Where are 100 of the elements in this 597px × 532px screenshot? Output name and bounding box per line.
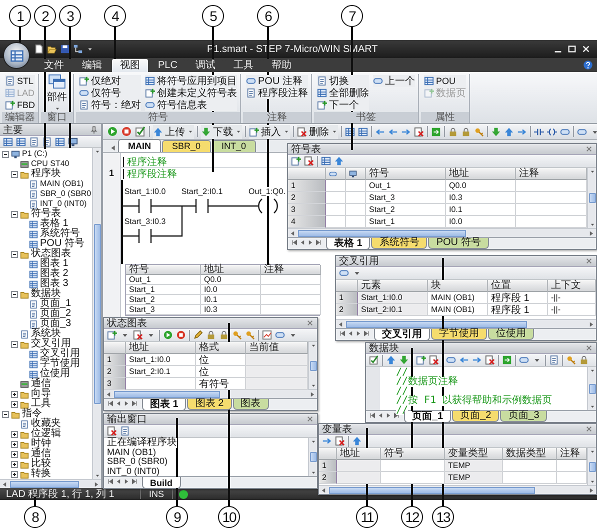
table-cell: I0.1: [201, 295, 261, 305]
ribbon-button[interactable]: 切换: [317, 75, 369, 87]
sheet-tab[interactable]: Build: [142, 477, 180, 488]
tree-item[interactable]: MAIN (OB1): [40, 179, 84, 189]
table-cell: I0.0: [446, 216, 516, 228]
toolbar-button[interactable]: 上传: [153, 124, 194, 138]
tree-item[interactable]: 页面_3: [40, 319, 72, 329]
tree-item[interactable]: 时钟: [31, 439, 51, 449]
ribbon-button[interactable]: STL: [5, 75, 35, 87]
tree-item[interactable]: 通信: [31, 379, 51, 389]
sheet-tab[interactable]: 表格 1: [326, 238, 370, 249]
tree-item[interactable]: 图表 3: [40, 279, 68, 289]
column-header: 注释: [516, 168, 587, 180]
tree-item[interactable]: 向导: [31, 389, 51, 399]
ribbon-button[interactable]: 上一个: [373, 75, 415, 87]
sheet-tab[interactable]: 图表: [232, 399, 269, 410]
column-header: 地址: [201, 265, 261, 275]
tree-item[interactable]: 字节使用: [40, 359, 80, 369]
tree-item[interactable]: INT_0 (INT0): [40, 199, 87, 209]
table-cell: TEMP: [445, 460, 503, 472]
table-cell: Q0.0: [446, 180, 516, 192]
ribbon-button[interactable]: FBD: [5, 99, 35, 111]
callout-number: 6: [257, 5, 279, 27]
menu-tab[interactable]: 视图: [112, 59, 148, 72]
callout-number: 1: [9, 5, 31, 27]
ribbon-button[interactable]: 仅绝对: [79, 75, 141, 87]
sheet-tab[interactable]: INT_0: [212, 140, 256, 152]
tree-item[interactable]: 程序块: [31, 169, 61, 179]
tree-item[interactable]: 页面_1: [40, 299, 72, 309]
row-number: 1: [319, 460, 337, 472]
ribbon-button[interactable]: 将符号应用到项目: [145, 75, 237, 87]
sheet-tab[interactable]: 交叉引用: [374, 329, 430, 340]
callout-number: 2: [34, 5, 56, 27]
ribbon-button[interactable]: POU 注释: [246, 75, 308, 87]
sheet-tab[interactable]: 页面_3: [500, 411, 548, 422]
ribbon-button[interactable]: POU: [424, 75, 466, 87]
tree-item[interactable]: 表格 1: [40, 219, 68, 229]
ribbon-group-label: 窗口: [41, 112, 73, 123]
tree-item[interactable]: 页面_2: [40, 309, 72, 319]
ribbon-group-label: 编辑器: [2, 112, 38, 123]
tree-item[interactable]: 比较: [31, 459, 51, 469]
ribbon-button[interactable]: 创建未定义符号表: [145, 87, 237, 99]
toolbar-button[interactable]: 插入: [249, 124, 290, 138]
toolbar-button[interactable]: 下载: [201, 124, 242, 138]
sheet-tab[interactable]: POU 符号: [428, 238, 489, 249]
tree-item[interactable]: 交叉引用: [31, 339, 71, 349]
sheet-tab[interactable]: SBR_0: [162, 140, 211, 152]
tree-item[interactable]: 图表 2: [40, 269, 68, 279]
ribbon-button[interactable]: 全部删除: [317, 87, 369, 99]
table-cell: I0.3: [201, 305, 261, 315]
row-number: 4: [288, 216, 326, 228]
sheet-tab[interactable]: 页面_2: [452, 411, 500, 422]
table-cell: 位: [196, 354, 246, 366]
column-header: 注释: [261, 265, 321, 275]
table-cell: -||-: [548, 304, 596, 316]
column-header: 数据类型: [503, 448, 557, 460]
tree-item[interactable]: SBR_0 (SBR0: [40, 189, 92, 199]
callout-number: 5: [202, 5, 224, 27]
tree-item[interactable]: POU 符号: [40, 239, 84, 249]
column-header: 符号: [381, 448, 445, 460]
tree-item[interactable]: 图表 1: [40, 259, 68, 269]
sheet-tab[interactable]: 位使用: [488, 329, 534, 340]
sheet-tab[interactable]: 图表 2: [187, 399, 232, 410]
callout-number: 10: [218, 506, 240, 528]
tree-item[interactable]: 通信: [31, 449, 51, 459]
sheet-tab[interactable]: 页面_1: [404, 411, 452, 422]
tree-item[interactable]: P1 (C:): [22, 149, 48, 159]
ribbon-button[interactable]: 程序段注释: [246, 87, 308, 99]
callout-number: 8: [24, 506, 46, 528]
toolbar-button[interactable]: 删除: [297, 124, 338, 138]
tree-item[interactable]: 位逻辑: [31, 429, 61, 439]
tree-item[interactable]: 转换: [31, 469, 51, 479]
tree-item[interactable]: 数据块: [31, 289, 61, 299]
contact-label: Start_1:I0.0: [124, 187, 166, 196]
tree-item[interactable]: 状态图表: [31, 249, 71, 259]
ribbon-button[interactable]: 符号：绝对: [79, 99, 141, 111]
sheet-tab[interactable]: 图表 1: [142, 399, 186, 410]
tree-item[interactable]: 收藏夹: [31, 419, 61, 429]
sheet-tab[interactable]: MAIN: [118, 139, 161, 152]
ribbon-group-label: 符号: [76, 112, 240, 123]
tree-item[interactable]: 符号表: [31, 209, 61, 219]
table-cell: MAIN (OB1): [428, 304, 488, 316]
tree-item[interactable]: 位使用: [40, 369, 70, 379]
cursor-position: LAD 程序段 1, 行 1, 列 1: [5, 488, 116, 501]
table-cell: I0.3: [446, 192, 516, 204]
table-cell: 程序段 1: [488, 304, 548, 316]
ribbon-button[interactable]: 符号信息表: [145, 99, 237, 111]
tree-item[interactable]: 指令: [22, 409, 42, 419]
tree-item[interactable]: 系统块: [31, 329, 61, 339]
tree-item[interactable]: CPU ST40: [31, 159, 70, 169]
tree-item[interactable]: 工具: [31, 399, 51, 409]
tree-item[interactable]: 交叉引用: [40, 349, 80, 359]
row-number: 2: [319, 472, 337, 484]
table-cell: Q0.0: [201, 275, 261, 285]
callout-number: 13: [432, 506, 454, 528]
ribbon-button[interactable]: 仅符号: [79, 87, 141, 99]
ribbon-button[interactable]: 下一个: [317, 99, 369, 111]
tree-item[interactable]: 系统符号: [40, 229, 80, 239]
panel-title: 状态图表: [107, 318, 147, 330]
sheet-tab[interactable]: 系统符号: [371, 238, 428, 249]
